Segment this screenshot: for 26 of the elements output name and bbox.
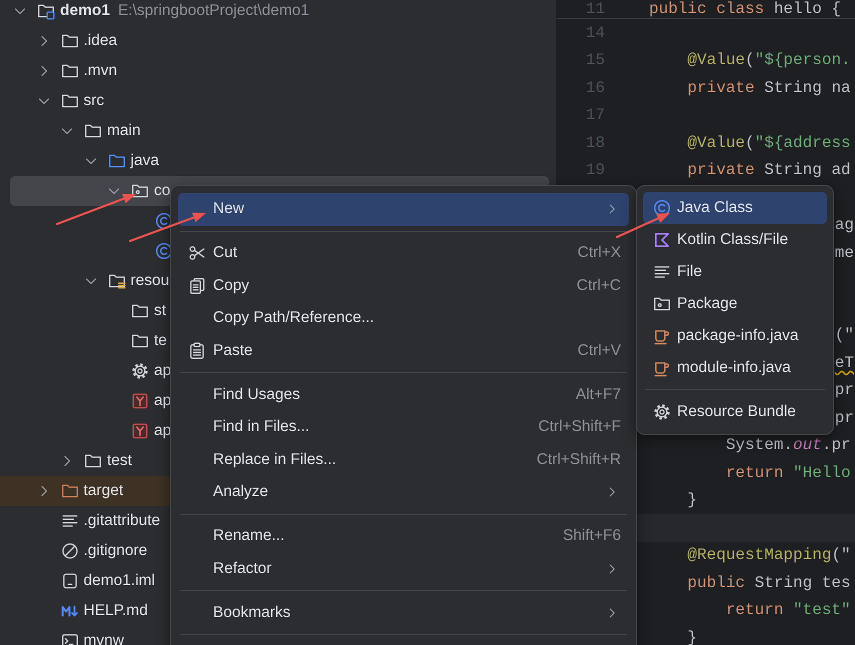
shortcut-label: Ctrl+Shift+F: [538, 418, 621, 436]
code-line: public class hello {: [649, 0, 842, 18]
shortcut-label: Ctrl+V: [578, 342, 621, 360]
code-line: System.out.pr: [724, 436, 851, 454]
shortcut-label: Ctrl+Shift+R: [536, 450, 621, 469]
code-line: me: [834, 244, 854, 262]
code-line: @RequestMapping(": [686, 546, 851, 564]
code-line: private String na: [686, 78, 851, 97]
code-line: ag: [834, 216, 854, 234]
project-path: E:\springbootProject\demo1: [118, 2, 310, 20]
code-line: return "test": [724, 601, 851, 620]
code-line: @Value("${address: [686, 134, 851, 152]
code-line: @Value("${person.: [686, 51, 851, 70]
code-line: private String ad: [686, 161, 851, 180]
code-line: eT: [834, 354, 854, 372]
code-line: }: [686, 491, 698, 510]
code-line: return "Hello: [724, 464, 851, 482]
code-line: }: [686, 628, 698, 645]
shortcut-label: Shift+F6: [562, 527, 621, 546]
code-line: public String tes: [686, 574, 851, 592]
shortcut-label: Ctrl+X: [578, 244, 621, 262]
code-line: pr: [834, 381, 854, 400]
code-line: pr: [834, 408, 854, 427]
code-line: (": [834, 326, 854, 344]
shortcut-label: Alt+F7: [576, 386, 621, 404]
shortcut-label: Ctrl+C: [576, 276, 621, 295]
